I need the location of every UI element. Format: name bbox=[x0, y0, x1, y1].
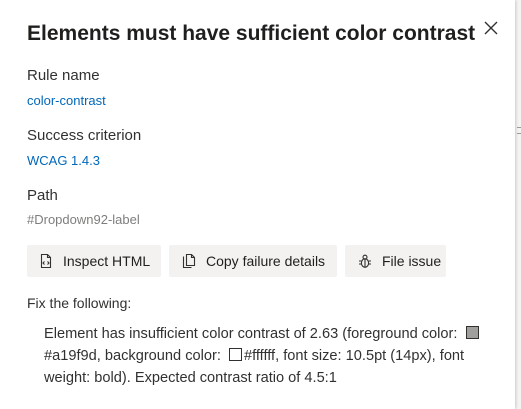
panel-title: Elements must have sufficient color cont… bbox=[27, 22, 476, 45]
success-criterion-label: Success criterion bbox=[27, 127, 142, 144]
details-panel: Elements must have sufficient color cont… bbox=[0, 0, 515, 409]
inspect-html-label: Inspect HTML bbox=[63, 253, 151, 269]
close-button[interactable] bbox=[477, 14, 505, 42]
bug-icon bbox=[356, 252, 374, 270]
background-color-value: #ffffff bbox=[243, 348, 276, 364]
background-color-swatch bbox=[228, 348, 242, 361]
background-edge-mark bbox=[517, 127, 521, 128]
copy-failure-details-button[interactable]: Copy failure details bbox=[169, 245, 337, 277]
fix-text-part-2: , background color: bbox=[96, 348, 221, 364]
path-label: Path bbox=[27, 187, 58, 204]
fix-description: Element has insufficient color contrast … bbox=[44, 323, 484, 389]
copy-failure-details-label: Copy failure details bbox=[206, 253, 326, 269]
copy-icon bbox=[180, 252, 198, 270]
inspect-html-button[interactable]: Inspect HTML bbox=[27, 245, 161, 277]
success-criterion-link[interactable]: WCAG 1.4.3 bbox=[27, 153, 100, 168]
rule-name-link[interactable]: color-contrast bbox=[27, 93, 106, 108]
foreground-color-swatch bbox=[465, 326, 479, 339]
inspect-html-icon bbox=[37, 252, 55, 270]
background-edge-mark bbox=[517, 133, 521, 134]
close-icon bbox=[484, 21, 498, 35]
rule-name-label: Rule name bbox=[27, 67, 100, 84]
file-issue-button[interactable]: File issue bbox=[345, 245, 446, 277]
foreground-color-value: #a19f9d bbox=[44, 348, 97, 364]
file-issue-label: File issue bbox=[382, 253, 442, 269]
fix-the-following-label: Fix the following: bbox=[27, 295, 132, 311]
path-value: #Dropdown92-label bbox=[27, 212, 140, 227]
fix-text-part-1: Element has insufficient color contrast … bbox=[44, 326, 458, 342]
